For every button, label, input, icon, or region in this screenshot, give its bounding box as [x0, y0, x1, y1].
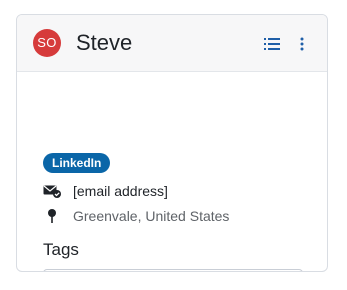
more-vertical-icon: [300, 37, 304, 51]
contact-card: SO Steve LinkedIn [email address] Greenv…: [16, 14, 328, 272]
list-icon: [264, 38, 280, 50]
list-view-button[interactable]: [263, 35, 281, 53]
header-actions: [263, 35, 311, 53]
location-value: Greenvale, United States: [73, 208, 230, 224]
more-options-button[interactable]: [293, 35, 311, 53]
contact-name: Steve: [76, 30, 133, 55]
location-row: Greenvale, United States: [43, 208, 229, 224]
tags-input[interactable]: [43, 269, 303, 271]
email-row: [email address]: [43, 183, 168, 199]
source-badge: LinkedIn: [43, 153, 111, 173]
contact-card-header: SO Steve: [17, 15, 327, 72]
email-value: [email address]: [73, 183, 168, 199]
tags-label: Tags: [43, 240, 79, 259]
location-pin-icon: [43, 208, 61, 224]
email-verified-icon: [43, 183, 61, 199]
avatar: SO: [33, 29, 61, 57]
